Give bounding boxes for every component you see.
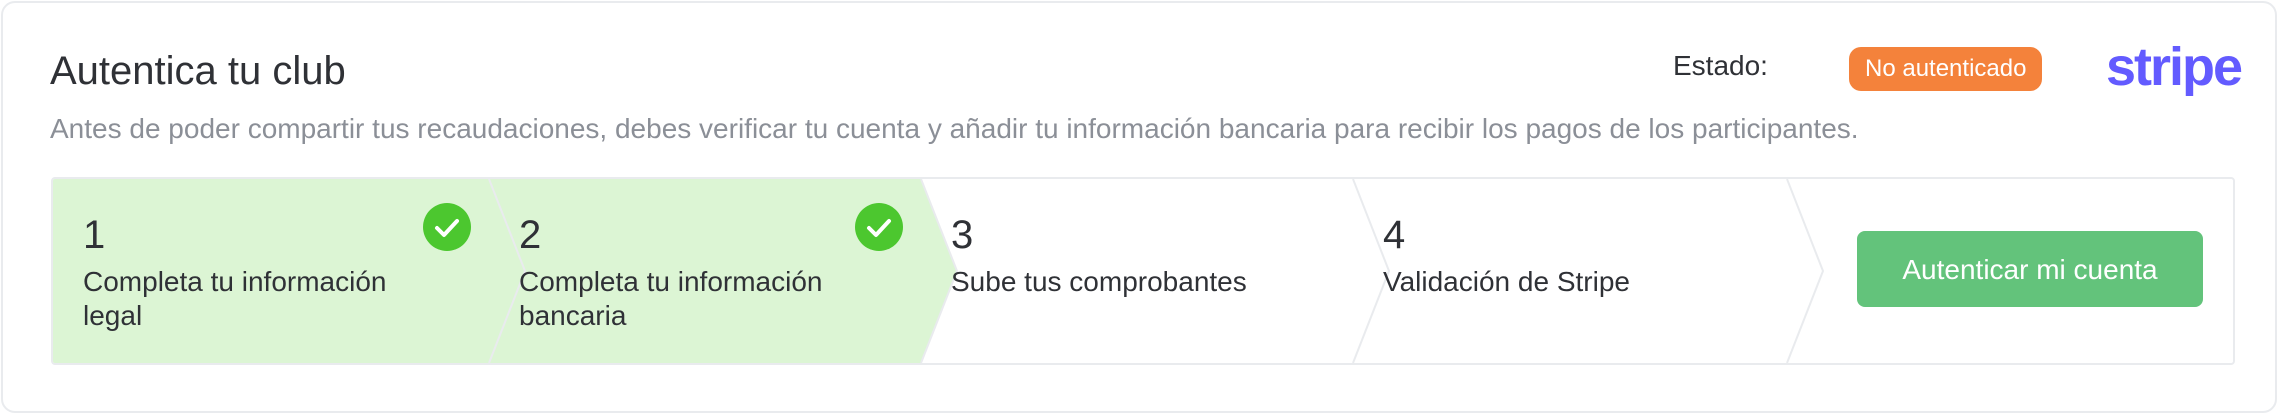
- status-label: Estado:: [1673, 50, 1768, 81]
- authenticate-club-card: Autentica tu club Antes de poder compart…: [1, 1, 2277, 413]
- step-number: 3: [951, 213, 974, 257]
- check-circle-icon: [423, 203, 471, 251]
- check-circle-icon: [855, 203, 903, 251]
- step-label: Completa tu información bancaria: [519, 266, 823, 331]
- step-2: 2 Completa tu información bancaria: [489, 179, 921, 363]
- step-3: 3 Sube tus comprobantes: [921, 179, 1353, 363]
- authenticate-account-button[interactable]: Autenticar mi cuenta: [1857, 231, 2203, 307]
- step-4-separator: [1786, 179, 1825, 363]
- step-label: Sube tus comprobantes: [951, 266, 1247, 297]
- page-description: Antes de poder compartir tus recaudacion…: [50, 113, 1859, 144]
- step-label: Completa tu información legal: [83, 266, 387, 331]
- step-number: 2: [519, 213, 542, 257]
- steps-progress: 1 Completa tu información legal 2 Comple…: [51, 177, 2235, 365]
- step-number: 1: [83, 213, 106, 257]
- stripe-logo: stripe: [2106, 37, 2243, 97]
- step-number: 4: [1383, 213, 1406, 257]
- status-badge: No autenticado: [1849, 47, 2043, 91]
- step-4: 4 Validación de Stripe: [1353, 179, 1787, 363]
- step-label: Validación de Stripe: [1383, 266, 1630, 297]
- page-title: Autentica tu club: [50, 49, 346, 93]
- step-1: 1 Completa tu información legal: [53, 179, 489, 363]
